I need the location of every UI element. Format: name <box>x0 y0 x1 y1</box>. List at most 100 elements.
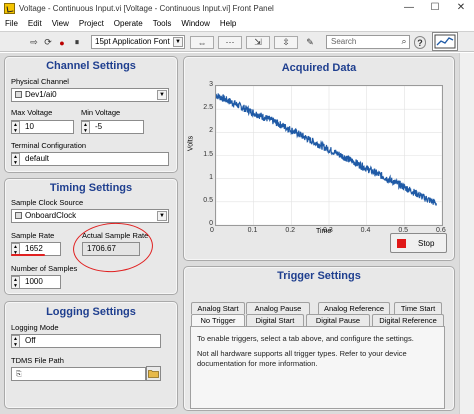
stop-button[interactable]: Stop <box>390 233 447 253</box>
sample-rate-value: 1652 <box>25 244 43 253</box>
search-icon[interactable]: ⌕ <box>398 35 410 48</box>
x-tick-label: 0.2 <box>285 227 296 234</box>
tab-time-start[interactable]: Time Start <box>394 302 442 314</box>
channel-settings-title: Channel Settings <box>46 60 136 72</box>
y-tick-label: 1 <box>209 173 213 181</box>
y-tick-label: 1.5 <box>203 150 213 158</box>
run-arrow-icon[interactable]: ⇨ <box>28 36 40 49</box>
resize-objects-icon[interactable]: ⇲ <box>246 36 270 49</box>
menu-window[interactable]: Window <box>176 17 214 31</box>
stop-square-icon <box>397 238 406 248</box>
menu-view[interactable]: View <box>47 17 74 31</box>
font-select[interactable]: 15pt Application Font ▼ <box>91 35 185 49</box>
title-bar: Voltage - Continuous Input.vi [Voltage -… <box>0 0 474 17</box>
chevron-down-icon[interactable]: ▼ <box>157 211 167 221</box>
terminal-config-field[interactable]: ▲ ▼ default <box>11 152 169 166</box>
logging-settings-panel: Logging Settings <box>4 301 178 409</box>
trigger-settings-title: Trigger Settings <box>277 270 361 282</box>
logging-mode-value: Off <box>25 336 36 345</box>
stop-button-label: Stop <box>418 238 435 248</box>
menu-edit[interactable]: Edit <box>23 17 47 31</box>
reorder-icon[interactable]: ⇳ <box>274 36 298 49</box>
max-voltage-value: 10 <box>25 122 34 131</box>
y-tick-label: 2.5 <box>203 104 213 112</box>
num-samples-stepper[interactable]: ▲ ▼ <box>12 276 20 288</box>
vertical-scrollbar[interactable] <box>459 53 474 414</box>
num-samples-field[interactable]: ▲ ▼ 1000 <box>11 275 61 289</box>
x-axis-label: Time <box>316 228 332 235</box>
x-tick-label: 0.1 <box>247 227 258 234</box>
clock-source-field[interactable]: OnboardClock ▼ <box>11 209 169 223</box>
x-tick-label: 0 <box>210 227 214 234</box>
waveform-series-line <box>215 93 437 206</box>
cleanup-icon[interactable]: ✎ <box>302 36 318 49</box>
window-title: Voltage - Continuous Input.vi [Voltage -… <box>19 4 274 13</box>
clock-source-label: Sample Clock Source <box>11 198 84 207</box>
logging-settings-title: Logging Settings <box>46 306 136 318</box>
tab-digital-start[interactable]: Digital Start <box>246 314 304 326</box>
sample-rate-label: Sample Rate <box>11 231 55 240</box>
chevron-down-icon: ▼ <box>173 37 183 47</box>
physical-channel-field[interactable]: Dev1/ai0 ▼ <box>11 88 169 102</box>
tdms-path-field[interactable]: ⎘ <box>11 367 146 381</box>
tab-digital-pause[interactable]: Digital Pause <box>306 314 370 326</box>
labview-app-icon <box>4 3 15 14</box>
graph-plot-area[interactable] <box>215 85 443 226</box>
graph-title: Acquired Data <box>281 62 357 74</box>
distribute-objects-icon[interactable]: ⋯ <box>218 36 242 49</box>
tab-no-trigger[interactable]: No Trigger <box>191 314 245 326</box>
max-voltage-stepper[interactable]: ▲ ▼ <box>12 121 20 133</box>
close-button[interactable]: ✕ <box>448 0 474 17</box>
min-voltage-field[interactable]: ▲ ▼ -5 <box>81 120 144 134</box>
min-voltage-label: Min Voltage <box>81 108 121 117</box>
pause-icon[interactable]: ⏸ <box>71 36 83 49</box>
y-tick-label: 0.5 <box>203 196 213 204</box>
max-voltage-field[interactable]: ▲ ▼ 10 <box>11 120 74 134</box>
chevron-down-icon[interactable]: ▼ <box>157 90 167 100</box>
max-voltage-label: Max Voltage <box>11 108 53 117</box>
logging-mode-field[interactable]: ▲ ▼ Off <box>11 334 161 348</box>
menu-operate[interactable]: Operate <box>109 17 148 31</box>
toolbar: ⇨ ⟳ ● ⏸ 15pt Application Font ▼ ⇔ ⋯ ⇲ ⇳ … <box>0 31 474 52</box>
menu-tools[interactable]: Tools <box>148 17 177 31</box>
trigger-tab-content: To enable triggers, select a tab above, … <box>190 326 445 409</box>
y-tick-label: 3 <box>209 81 213 88</box>
folder-icon <box>148 370 159 378</box>
trigger-info-text-2: Not all hardware supports all trigger ty… <box>197 349 407 368</box>
tab-analog-pause[interactable]: Analog Pause <box>246 302 310 314</box>
browse-button[interactable] <box>146 366 161 381</box>
y-axis-label: Volts <box>187 135 195 152</box>
red-annotation-underline <box>11 254 45 256</box>
abort-icon[interactable]: ● <box>56 36 68 49</box>
physical-channel-label: Physical Channel <box>11 77 69 86</box>
run-continuously-icon[interactable]: ⟳ <box>42 36 54 49</box>
timing-settings-title: Timing Settings <box>49 182 133 194</box>
align-objects-icon[interactable]: ⇔ <box>190 36 214 49</box>
tdms-path-label: TDMS File Path <box>11 356 64 365</box>
tab-digital-reference[interactable]: Digital Reference <box>372 314 444 326</box>
menu-bar: File Edit View Project Operate Tools Win… <box>0 17 474 31</box>
menu-project[interactable]: Project <box>74 17 109 31</box>
menu-file[interactable]: File <box>0 17 23 31</box>
waveform-graph <box>215 85 443 226</box>
logging-mode-stepper[interactable]: ▲ ▼ <box>12 335 20 347</box>
y-tick-label: 0 <box>209 220 213 227</box>
minimize-button[interactable]: — <box>396 0 422 17</box>
terminal-config-value: default <box>25 154 50 163</box>
terminal-config-stepper[interactable]: ▲ ▼ <box>12 153 20 165</box>
min-voltage-value: -5 <box>95 122 103 131</box>
help-icon[interactable]: ? <box>414 36 426 49</box>
num-samples-value: 1000 <box>25 277 43 286</box>
channel-icon <box>15 91 22 98</box>
x-tick-label: 0.4 <box>360 227 371 234</box>
file-path-icon: ⎘ <box>16 371 22 378</box>
maximize-button[interactable]: ☐ <box>422 0 448 17</box>
tab-analog-reference[interactable]: Analog Reference <box>318 302 390 314</box>
min-voltage-stepper[interactable]: ▲ ▼ <box>82 121 90 133</box>
trigger-info-text-1: To enable triggers, select a tab above, … <box>197 334 414 343</box>
clock-icon <box>15 212 22 219</box>
clock-source-value: OnboardClock <box>25 211 77 220</box>
menu-help[interactable]: Help <box>215 17 241 31</box>
tab-analog-start[interactable]: Analog Start <box>191 302 245 314</box>
num-samples-label: Number of Samples <box>11 264 78 273</box>
